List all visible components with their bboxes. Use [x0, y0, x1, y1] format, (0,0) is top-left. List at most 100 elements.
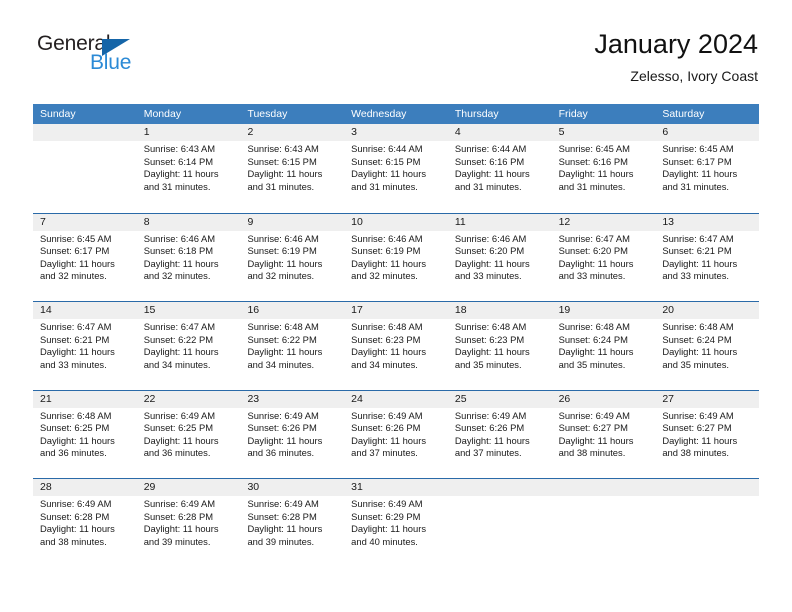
day-detail-line: Sunrise: 6:49 AM [558, 409, 630, 421]
day-detail-line: Daylight: 11 hours [143, 168, 219, 180]
day-detail-line: Daylight: 11 hours [662, 346, 738, 358]
day-cell-17[interactable]: 17 Sunrise: 6:48 AM Sunset: 6:23 PM Dayligh… [344, 302, 448, 390]
day-details: Sunrise: 6:46 AM Sunset: 6:19 PM Daylight:… [240, 231, 344, 283]
day-detail-line: Sunset: 6:17 PM [662, 155, 732, 167]
day-number: 22 [136, 390, 241, 408]
day-detail-line: Sunset: 6:22 PM [247, 333, 317, 345]
day-detail-line: Sunrise: 6:49 AM [247, 498, 319, 509]
day-detail-line: Sunrise: 6:44 AM [454, 143, 527, 154]
weekday-header-sunday: Sunday [40, 108, 76, 120]
day-number: 27 [655, 390, 760, 408]
title-block: January 2024 Zelesso, Ivory Coast [594, 28, 758, 86]
day-cell-8[interactable]: 8 Sunrise: 6:46 AM Sunset: 6:18 PM Daylight… [136, 213, 241, 301]
day-detail-line: Sunrise: 6:45 AM [662, 143, 734, 154]
day-cell-2[interactable]: 2 Sunrise: 6:43 AM Sunset: 6:15 PM Daylight… [240, 124, 345, 213]
day-detail-line: Sunset: 6:20 PM [454, 245, 525, 257]
day-details: Sunrise: 6:49 AM Sunset: 6:26 PM Daylight:… [448, 408, 552, 460]
day-details: Sunrise: 6:49 AM Sunset: 6:28 PM Daylight:… [240, 496, 344, 548]
day-number: 29 [136, 479, 241, 496]
day-cell-16[interactable]: 16 Sunrise: 6:48 AM Sunset: 6:22 PM Dayligh… [240, 302, 345, 390]
day-detail-line: Sunset: 6:26 PM [454, 422, 525, 434]
day-detail-line: and 35 minutes. [558, 358, 626, 370]
day-detail-line: Daylight: 11 hours [558, 346, 634, 358]
day-cell-31[interactable]: 31 Sunrise: 6:49 AM Sunset: 6:29 PM Dayligh… [344, 479, 448, 567]
day-cell-12[interactable]: 12 Sunrise: 6:47 AM Sunset: 6:20 PM Dayligh… [551, 213, 656, 301]
day-detail-line: Sunrise: 6:49 AM [40, 498, 112, 509]
day-number: 13 [655, 213, 760, 231]
day-detail-line: Sunset: 6:15 PM [247, 155, 317, 167]
day-details: Sunrise: 6:48 AM Sunset: 6:23 PM Daylight:… [448, 319, 552, 371]
day-number: 12 [551, 213, 656, 231]
day-detail-line: Sunset: 6:25 PM [40, 422, 110, 434]
day-cell-1[interactable]: 1 Sunrise: 6:43 AM Sunset: 6:14 PM Daylight… [136, 124, 241, 213]
day-detail-line: Sunrise: 6:49 AM [247, 409, 319, 421]
day-detail-line: Daylight: 11 hours [351, 523, 427, 535]
day-cell-9[interactable]: 9 Sunrise: 6:46 AM Sunset: 6:19 PM Daylight… [240, 213, 345, 301]
day-cell-3[interactable]: 3 Sunrise: 6:44 AM Sunset: 6:15 PM Daylight… [344, 124, 448, 213]
day-detail-line: and 34 minutes. [247, 358, 315, 370]
day-details: Sunrise: 6:49 AM Sunset: 6:26 PM Daylight:… [344, 408, 448, 460]
day-cell-empty [33, 124, 137, 213]
day-number: 10 [344, 213, 448, 231]
day-cell-30[interactable]: 30 Sunrise: 6:49 AM Sunset: 6:28 PM Dayligh… [240, 479, 345, 567]
day-detail-line: Sunset: 6:24 PM [558, 333, 628, 345]
day-detail-line: Daylight: 11 hours [143, 523, 219, 535]
day-detail-line: Sunrise: 6:48 AM [247, 321, 319, 332]
weekday-header-wednesday: Wednesday [351, 108, 407, 120]
day-cell-10[interactable]: 10 Sunrise: 6:46 AM Sunset: 6:19 PM Dayligh… [344, 213, 448, 301]
day-detail-line: Daylight: 11 hours [351, 434, 427, 446]
day-cell-15[interactable]: 15 Sunrise: 6:47 AM Sunset: 6:22 PM Dayligh… [136, 302, 241, 390]
day-cell-14[interactable]: 14 Sunrise: 6:47 AM Sunset: 6:21 PM Dayligh… [33, 302, 137, 390]
day-detail-line: Sunrise: 6:46 AM [351, 232, 423, 244]
day-detail-line: and 31 minutes. [662, 180, 730, 192]
day-detail-line: and 32 minutes. [247, 270, 315, 282]
day-detail-line: and 34 minutes. [351, 358, 418, 370]
day-detail-line: Sunrise: 6:48 AM [662, 321, 734, 332]
day-cell-24[interactable]: 24 Sunrise: 6:49 AM Sunset: 6:26 PM Dayligh… [344, 390, 448, 478]
day-detail-line: Sunrise: 6:44 AM [351, 143, 423, 154]
day-number: 21 [33, 390, 137, 408]
general-blue-logo[interactable]: General Blue [34, 32, 274, 88]
day-number: 17 [344, 302, 448, 319]
weekday-header-row: Sunday Monday Tuesday Wednesday Thursday Frid… [33, 104, 759, 124]
day-detail-line: Sunrise: 6:48 AM [40, 409, 112, 421]
day-number: 16 [240, 302, 345, 319]
day-cell-empty [655, 479, 760, 567]
day-detail-line: and 33 minutes. [662, 270, 730, 282]
calendar-week-row: 21 Sunrise: 6:48 AM Sunset: 6:25 PM Dayligh… [33, 389, 760, 478]
day-details: Sunrise: 6:45 AM Sunset: 6:16 PM Daylight:… [552, 141, 656, 193]
day-cell-29[interactable]: 29 Sunrise: 6:49 AM Sunset: 6:28 PM Dayligh… [136, 479, 241, 567]
day-cell-20[interactable]: 20 Sunrise: 6:48 AM Sunset: 6:24 PM Dayligh… [655, 302, 760, 390]
day-cell-25[interactable]: 25 Sunrise: 6:49 AM Sunset: 6:26 PM Dayligh… [447, 390, 552, 478]
day-details: Sunrise: 6:49 AM Sunset: 6:27 PM Daylight:… [552, 408, 656, 460]
day-details: Sunrise: 6:48 AM Sunset: 6:24 PM Daylight:… [655, 319, 759, 371]
day-cell-22[interactable]: 22 Sunrise: 6:49 AM Sunset: 6:25 PM Dayligh… [136, 390, 241, 478]
calendar-week-row: 1 Sunrise: 6:43 AM Sunset: 6:14 PM Daylight… [33, 124, 760, 213]
day-cell-5[interactable]: 5 Sunrise: 6:45 AM Sunset: 6:16 PM Daylight… [551, 124, 656, 213]
day-detail-line: Daylight: 11 hours [351, 346, 427, 358]
day-detail-line: and 38 minutes. [40, 535, 107, 547]
day-cell-11[interactable]: 11 Sunrise: 6:46 AM Sunset: 6:20 PM Dayligh… [447, 213, 552, 301]
day-detail-line: Sunrise: 6:45 AM [558, 143, 630, 154]
day-details: Sunrise: 6:49 AM Sunset: 6:28 PM Daylight:… [33, 496, 137, 548]
day-cell-6[interactable]: 6 Sunrise: 6:45 AM Sunset: 6:17 PM Daylight… [655, 124, 760, 213]
day-details: Sunrise: 6:49 AM Sunset: 6:26 PM Daylight:… [240, 408, 344, 460]
day-cell-13[interactable]: 13 Sunrise: 6:47 AM Sunset: 6:21 PM Dayligh… [655, 213, 760, 301]
day-number: 24 [344, 390, 448, 408]
day-cell-27[interactable]: 27 Sunrise: 6:49 AM Sunset: 6:27 PM Dayligh… [655, 390, 760, 478]
day-cell-26[interactable]: 26 Sunrise: 6:49 AM Sunset: 6:27 PM Dayligh… [551, 390, 656, 478]
day-cell-18[interactable]: 18 Sunrise: 6:48 AM Sunset: 6:23 PM Dayligh… [447, 302, 552, 390]
day-cell-23[interactable]: 23 Sunrise: 6:49 AM Sunset: 6:26 PM Dayligh… [240, 390, 345, 478]
day-cell-7[interactable]: 7 Sunrise: 6:45 AM Sunset: 6:17 PM Daylight… [33, 213, 137, 301]
day-detail-line: Daylight: 11 hours [247, 257, 323, 269]
day-cell-empty [551, 479, 656, 567]
day-cell-21[interactable]: 21 Sunrise: 6:48 AM Sunset: 6:25 PM Dayligh… [33, 390, 137, 478]
day-detail-line: Sunset: 6:26 PM [351, 422, 421, 434]
day-detail-line: Sunset: 6:18 PM [143, 245, 214, 257]
day-cell-19[interactable]: 19 Sunrise: 6:48 AM Sunset: 6:24 PM Dayligh… [551, 302, 656, 390]
page-header: General Blue January 2024 Zelesso, Ivory… [34, 28, 758, 96]
day-cell-4[interactable]: 4 Sunrise: 6:44 AM Sunset: 6:16 PM Daylight… [447, 124, 552, 213]
day-detail-line: Daylight: 11 hours [454, 434, 530, 446]
day-number: 30 [240, 479, 345, 496]
day-cell-28[interactable]: 28 Sunrise: 6:49 AM Sunset: 6:28 PM Dayligh… [33, 479, 137, 567]
